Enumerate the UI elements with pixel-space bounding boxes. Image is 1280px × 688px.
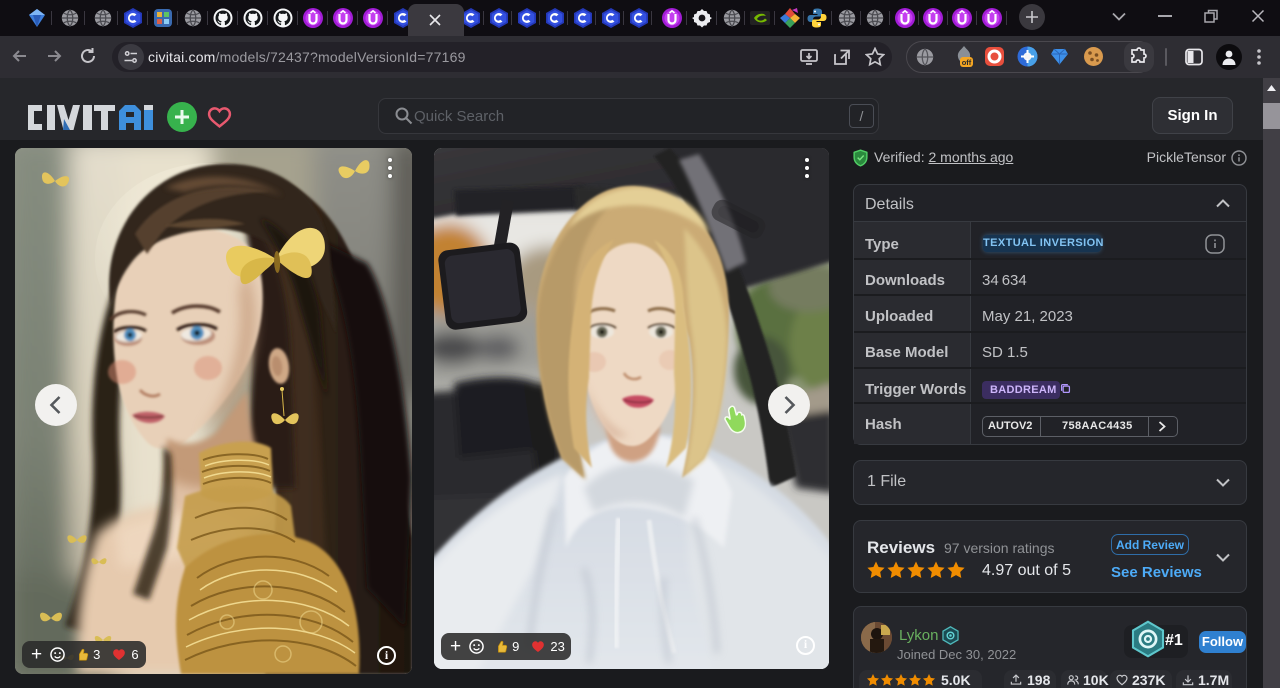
- svg-text:off: off: [962, 58, 972, 67]
